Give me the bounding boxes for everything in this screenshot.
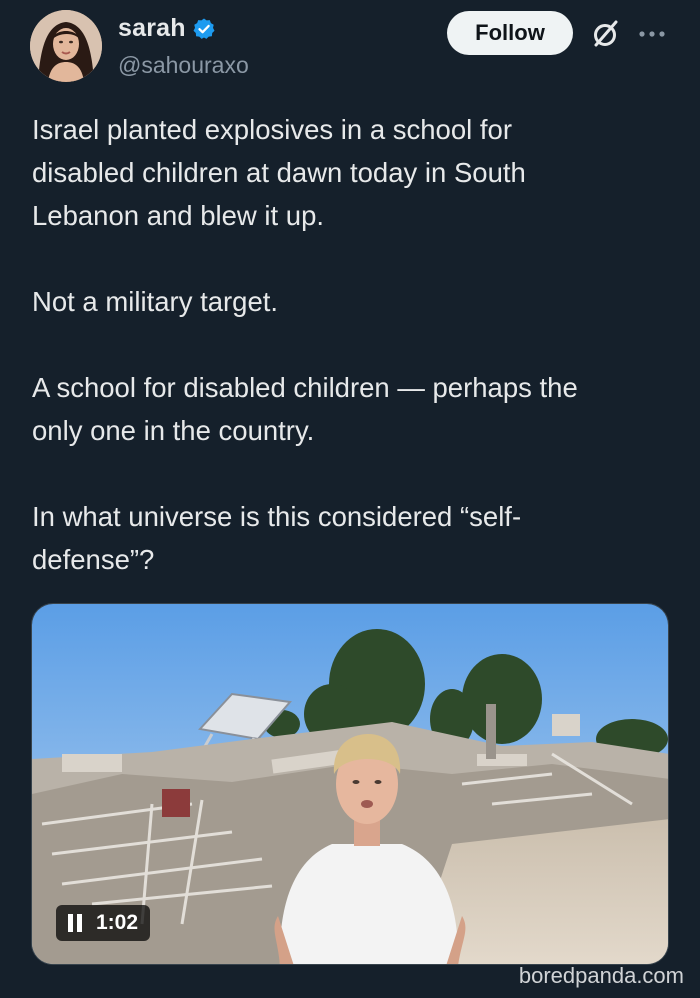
video-time-label: 1:02 <box>96 911 139 934</box>
more-icon[interactable] <box>636 22 668 46</box>
handle[interactable]: @sahouraxo <box>118 52 249 79</box>
video-player[interactable]: 1:02 <box>31 603 669 965</box>
avatar[interactable] <box>30 10 102 82</box>
watermark: boredpanda.com <box>518 963 684 988</box>
follow-button[interactable]: Follow <box>447 11 573 55</box>
pause-icon[interactable] <box>68 914 82 932</box>
name-row: sarah <box>118 14 216 43</box>
verified-badge-icon <box>193 18 215 39</box>
video-timestamp: 1:02 <box>56 905 151 941</box>
display-name[interactable]: sarah <box>118 14 186 43</box>
tweet-header: sarah @sahouraxo Follow <box>0 0 700 100</box>
tweet-text: Israel planted explosives in a school fo… <box>32 114 578 575</box>
grok-icon[interactable] <box>589 18 621 50</box>
